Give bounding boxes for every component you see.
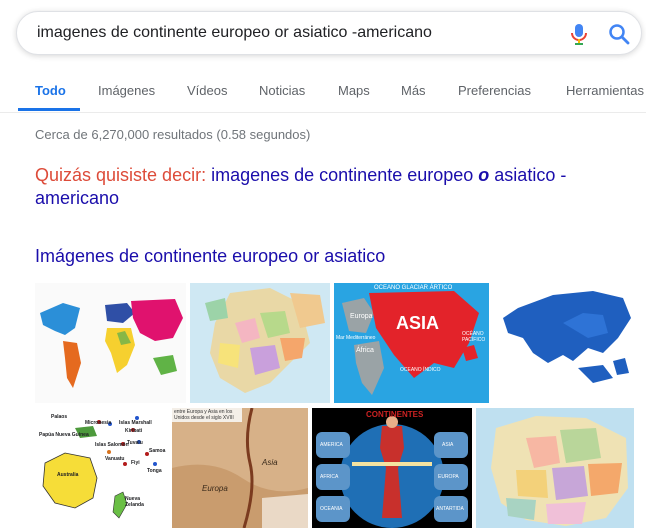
oceania-label-micronesia: Micronesia <box>85 420 112 426</box>
oceania-label-tuvalu: Tuvalu <box>127 440 143 446</box>
oceania-label-nz: Nueva Zelanda <box>125 496 144 508</box>
image-thumbnail-world-map[interactable] <box>35 283 186 403</box>
image-thumbnail-europe-asia-border[interactable]: entre Europa y Asia en los Unidos desde … <box>172 408 308 528</box>
search-box[interactable] <box>16 11 642 55</box>
oceania-label-palaos: Palaos <box>51 414 68 420</box>
search-icon[interactable] <box>607 22 631 46</box>
tab-maps[interactable]: Maps <box>338 83 370 98</box>
africa-label: África <box>356 347 374 354</box>
oceania-label-marshall: Islas Marshall <box>119 420 152 426</box>
poster-label-asia: ASIA <box>442 442 454 448</box>
tab-videos[interactable]: Vídeos <box>187 83 227 98</box>
europa-label: Europa <box>350 313 373 320</box>
search-input[interactable] <box>37 20 537 46</box>
oceania-label-australia: Australia <box>57 472 79 478</box>
asia-label: ASIA <box>396 313 440 333</box>
poster-label-america: AMERICA <box>320 442 343 448</box>
did-you-mean: Quizás quisiste decir: imagenes de conti… <box>35 164 595 210</box>
did-you-mean-prefix: Quizás quisiste decir: <box>35 165 207 185</box>
image-thumbnail-asia-3d-map[interactable] <box>493 283 634 403</box>
images-heading-link[interactable]: Imágenes de continente europeo or asiati… <box>35 246 385 267</box>
pacific-ocean-label: OCÉANO PACÍFICO <box>462 331 486 343</box>
image-thumbnail-continents-poster[interactable]: CONTINENTES AMERICA AFRICA OCEANIA ASIA … <box>312 408 472 528</box>
oceania-label-salomon: Islas Salomón <box>95 442 129 448</box>
tab-todo[interactable]: Todo <box>35 83 66 98</box>
oceania-label-tonga: Tonga <box>147 468 162 474</box>
image-thumbnail-asia-map[interactable]: OCEANO GLACIAR ÁRTICO ASIA Europa Mar Me… <box>334 283 489 403</box>
border-map-asia-label: Asia <box>262 458 278 467</box>
tab-imagenes[interactable]: Imágenes <box>98 83 155 98</box>
tab-herramientas[interactable]: Herramientas <box>566 83 644 98</box>
ocean-label-arctic: OCEANO GLACIAR ÁRTICO <box>374 285 453 291</box>
border-map-europa-label: Europa <box>202 484 228 493</box>
tab-preferencias[interactable]: Preferencias <box>458 83 531 98</box>
search-tabs: Todo Imágenes Vídeos Noticias Maps Más P… <box>0 70 646 113</box>
mediterranean-label: Mar Mediterráneo <box>336 335 376 341</box>
oceania-label-samoa: Samoa <box>149 448 166 454</box>
result-stats: Cerca de 6,270,000 resultados (0.58 segu… <box>35 127 311 142</box>
indian-ocean-label: OCEANO ÍNDICO <box>400 367 441 373</box>
image-thumbnail-oceania-map[interactable]: Palaos Micronesia Islas Marshall Kiribat… <box>35 408 168 528</box>
oceania-label-vanuatu: Vanuatu <box>105 456 125 462</box>
poster-label-oceania: OCEANIA <box>320 506 343 512</box>
oceania-label-fiyi: Fiyi <box>131 460 140 466</box>
continents-poster-title: CONTINENTES <box>366 410 424 419</box>
active-tab-indicator <box>18 108 80 111</box>
poster-label-europa: EUROPA <box>438 474 459 480</box>
image-thumbnail-europe-political-map[interactable] <box>476 408 634 528</box>
oceania-label-papua: Papúa Nueva Guinea <box>39 432 89 438</box>
border-map-caption: entre Europa y Asia en los Unidos desde … <box>174 409 234 421</box>
oceania-label-kiribati: Kiribati <box>125 428 143 434</box>
poster-label-antartida: ANTARTIDA <box>436 506 464 512</box>
microphone-icon[interactable] <box>569 22 589 46</box>
image-thumbnail-europe-map[interactable] <box>190 283 330 403</box>
tab-mas[interactable]: Más <box>401 83 426 98</box>
poster-label-africa: AFRICA <box>320 474 339 480</box>
tab-noticias[interactable]: Noticias <box>259 83 305 98</box>
